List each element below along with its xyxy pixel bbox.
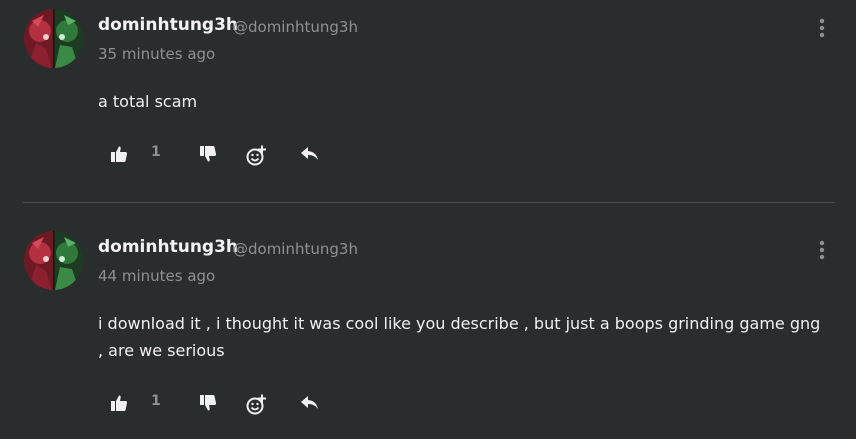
add-emoji-icon [246, 145, 266, 166]
comment-text: a total scam [98, 92, 198, 111]
thumbs-down-icon [200, 146, 217, 162]
username[interactable]: dominhtung3h [98, 15, 238, 35]
add-reaction-button[interactable] [240, 388, 270, 418]
thumbs-down-icon [200, 395, 217, 411]
like-button[interactable] [104, 139, 134, 169]
thumbs-up-icon [111, 146, 128, 162]
timestamp[interactable]: 44 minutes ago [98, 267, 215, 285]
avatar[interactable] [24, 231, 83, 290]
dislike-button[interactable] [193, 139, 223, 169]
dislike-button[interactable] [193, 388, 223, 418]
like-count: 1 [151, 393, 161, 409]
username[interactable]: dominhtung3h [98, 237, 238, 257]
comment-divider [23, 202, 835, 203]
timestamp[interactable]: 35 minutes ago [98, 45, 215, 63]
avatar[interactable] [24, 9, 83, 68]
reply-button[interactable] [294, 139, 324, 169]
reply-button[interactable] [294, 388, 324, 418]
reply-icon [301, 147, 318, 160]
more-vertical-icon[interactable] [812, 16, 832, 40]
like-count: 1 [151, 144, 161, 160]
add-emoji-icon [246, 394, 266, 415]
like-button[interactable] [104, 388, 134, 418]
comment-text: i download it , i thought it was cool li… [98, 314, 821, 360]
reply-icon [301, 396, 318, 409]
user-handle: @dominhtung3h [233, 240, 358, 258]
thumbs-up-icon [111, 395, 128, 411]
add-reaction-button[interactable] [240, 139, 270, 169]
more-vertical-icon[interactable] [812, 238, 832, 262]
user-handle: @dominhtung3h [233, 18, 358, 36]
